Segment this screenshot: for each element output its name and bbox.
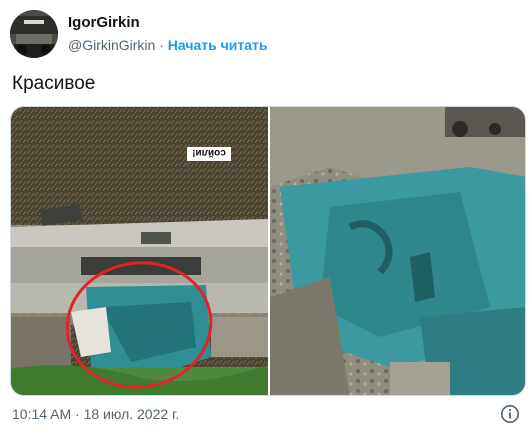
wreck-sign: сойли!	[192, 147, 226, 158]
avatar-image	[10, 10, 58, 58]
info-icon[interactable]	[500, 404, 520, 424]
tweet-text: Красивое	[12, 73, 96, 94]
media-grid: сойли!	[10, 106, 526, 396]
handle-row: @GirkinGirkin · Начать читать	[68, 36, 267, 54]
tweet-card: IgorGirkin @GirkinGirkin · Начать читать…	[0, 0, 530, 433]
tweet-timestamp[interactable]: 10:14 AM · 18 июл. 2022 г.	[12, 405, 179, 423]
author-name[interactable]: IgorGirkin	[68, 14, 140, 32]
media-photo-right[interactable]	[270, 107, 525, 395]
avatar[interactable]	[10, 10, 58, 58]
photo-wreckage: сойли!	[11, 107, 268, 395]
follow-button[interactable]: Начать читать	[168, 37, 268, 53]
separator: ·	[159, 37, 164, 53]
media-photo-left[interactable]: сойли!	[11, 107, 268, 395]
photo-zoomed-panel	[270, 107, 525, 395]
author-handle[interactable]: @GirkinGirkin	[68, 37, 155, 53]
